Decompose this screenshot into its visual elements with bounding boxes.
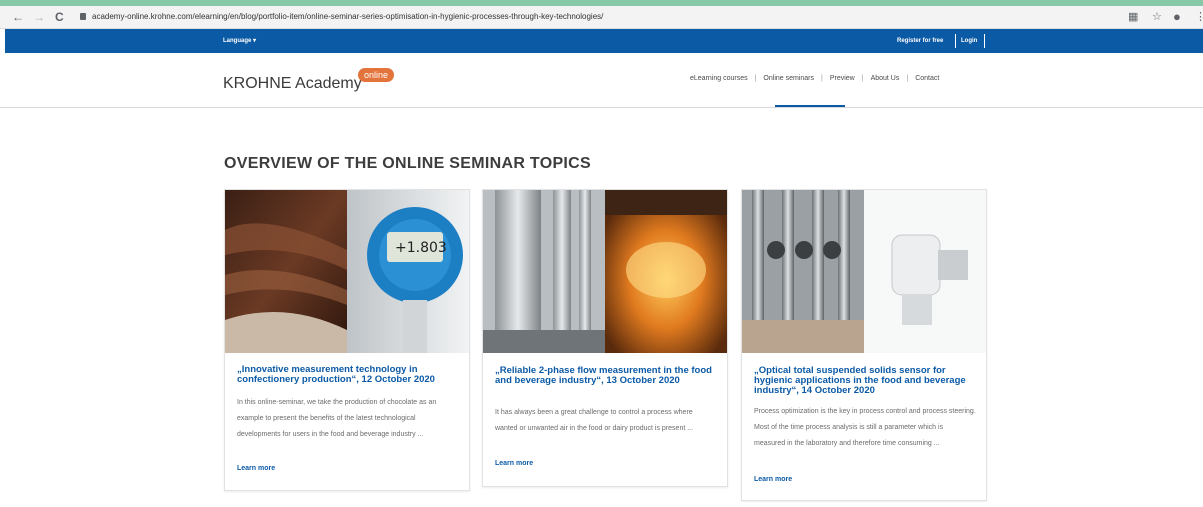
menu-item-preview[interactable]: Preview bbox=[830, 75, 855, 82]
card-description: Process optimization is the key in proce… bbox=[754, 408, 976, 447]
card-description: In this online-seminar, we take the prod… bbox=[237, 399, 437, 438]
card-image[interactable] bbox=[483, 190, 727, 353]
section-title: OVERVIEW OF THE ONLINE SEMINAR TOPICS bbox=[224, 155, 591, 172]
url-text: academy-online.krohne.com/elearning/en/b… bbox=[92, 12, 604, 21]
site-header: KROHNE Academy online eLearning courses |… bbox=[0, 53, 1203, 108]
main-menu: eLearning courses | Online seminars | Previe… bbox=[690, 75, 940, 82]
translate-icon[interactable]: ▦ bbox=[1128, 8, 1138, 26]
back-arrow-icon[interactable]: ← bbox=[12, 8, 24, 26]
top-bar: Language ▾ Register for free Login bbox=[5, 29, 1203, 53]
divider bbox=[984, 34, 985, 48]
learn-more-link[interactable]: Learn more bbox=[754, 476, 792, 483]
card-title[interactable]: „Reliable 2-phase flow measurement in th… bbox=[495, 366, 717, 386]
reload-icon[interactable]: C bbox=[55, 8, 64, 26]
card-title[interactable]: „Innovative measurement technology in co… bbox=[237, 365, 459, 385]
forward-arrow-icon[interactable]: → bbox=[33, 8, 45, 26]
menu-item-online-seminars[interactable]: Online seminars bbox=[763, 75, 814, 82]
card-title[interactable]: „Optical total suspended solids sensor f… bbox=[754, 366, 976, 396]
language-dropdown[interactable]: Language ▾ bbox=[223, 29, 256, 53]
seminar-card: +1.803 „Innovative measurement technolog… bbox=[224, 189, 470, 491]
learn-more-link[interactable]: Learn more bbox=[237, 465, 275, 472]
seminar-card: „Reliable 2-phase flow measurement in th… bbox=[482, 189, 728, 487]
learn-more-link[interactable]: Learn more bbox=[495, 460, 533, 467]
menu-dots-icon[interactable]: ⋮ bbox=[1195, 8, 1203, 26]
device-display-value: +1.803 bbox=[395, 240, 447, 256]
active-menu-indicator bbox=[775, 105, 845, 107]
menu-item-elearning[interactable]: eLearning courses bbox=[690, 75, 748, 82]
menu-item-about[interactable]: About Us bbox=[871, 75, 900, 82]
browser-toolbar: ← → C academy-online.krohne.com/elearnin… bbox=[0, 6, 1203, 29]
register-link[interactable]: Register for free bbox=[897, 29, 943, 53]
logo-badge: online bbox=[358, 68, 395, 82]
divider bbox=[955, 34, 956, 48]
address-bar[interactable]: academy-online.krohne.com/elearning/en/b… bbox=[80, 8, 1100, 26]
menu-item-contact[interactable]: Contact bbox=[915, 75, 939, 82]
seminar-card: „Optical total suspended solids sensor f… bbox=[741, 189, 987, 501]
lock-icon bbox=[80, 13, 86, 21]
card-image[interactable]: +1.803 bbox=[225, 190, 469, 353]
star-icon[interactable]: ☆ bbox=[1152, 8, 1162, 26]
profile-icon[interactable]: ● bbox=[1173, 8, 1181, 26]
card-description: It has always been a great challenge to … bbox=[495, 409, 694, 432]
login-link[interactable]: Login bbox=[961, 29, 977, 53]
card-image[interactable] bbox=[742, 190, 986, 353]
logo[interactable]: KROHNE Academy bbox=[223, 75, 362, 93]
